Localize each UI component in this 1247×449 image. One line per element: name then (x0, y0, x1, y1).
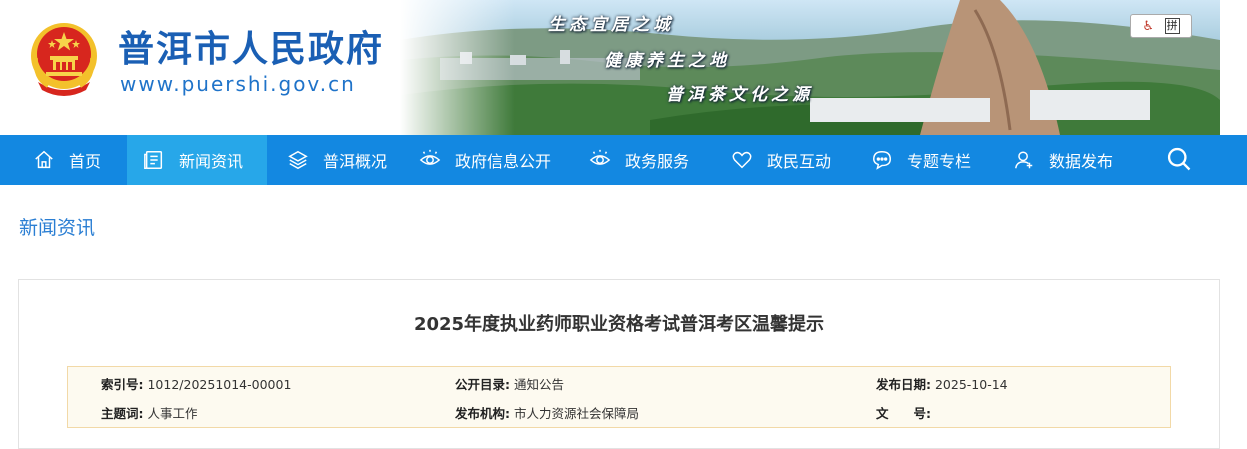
heart-icon (732, 151, 752, 169)
nav-label-home: 首页 (69, 152, 102, 171)
meta-index-value: 1012/20251014-00001 (147, 377, 292, 392)
meta-row: 主题词: 人事工作 发布机构: 市人力资源社会保障局 文 号: (68, 403, 1170, 423)
article-meta-table: 索引号: 1012/20251014-00001 公开目录: 通知公告 发布日期… (67, 366, 1171, 428)
nav-item-topics[interactable]: 专题专栏 (859, 135, 1001, 185)
main-nav: 首页 新闻资讯 普洱概况 政府信息公开 政务服务 政民互动 专题专栏 数据发布 (0, 135, 1247, 185)
layers-icon (288, 150, 308, 170)
meta-org: 发布机构: 市人力资源社会保障局 (455, 403, 639, 422)
meta-docno: 文 号: (876, 403, 931, 422)
nav-item-news[interactable]: 新闻资讯 (127, 135, 267, 185)
slogan-3: 普洱茶文化之源 (666, 85, 813, 105)
nav-item-overview[interactable]: 普洱概况 (267, 135, 407, 185)
meta-subject-value: 人事工作 (147, 406, 198, 421)
accessibility-tools: ♿ 拼 (1130, 14, 1192, 38)
nav-item-gov-info[interactable]: 政府信息公开 (407, 135, 579, 185)
slogan-1: 生态宜居之城 (548, 15, 674, 35)
meta-date-value: 2025-10-14 (934, 377, 1008, 392)
article-container: 2025年度执业药师职业资格考试普洱考区温馨提示 索引号: 1012/20251… (18, 279, 1220, 449)
site-url: www.puershi.gov.cn (120, 72, 356, 96)
nav-item-home[interactable]: 首页 (0, 135, 127, 185)
news-icon (144, 151, 163, 169)
meta-date: 发布日期: 2025-10-14 (876, 374, 1008, 393)
meta-index: 索引号: 1012/20251014-00001 (101, 374, 291, 393)
nav-label-data: 数据发布 (1049, 152, 1114, 171)
meta-row: 索引号: 1012/20251014-00001 公开目录: 通知公告 发布日期… (68, 374, 1170, 394)
nav-item-data[interactable]: 数据发布 (1001, 135, 1151, 185)
meta-index-label: 索引号: (101, 377, 144, 392)
meta-org-label: 发布机构: (455, 406, 510, 421)
meta-org-value: 市人力资源社会保障局 (513, 406, 639, 421)
meta-docno-label: 文 号: (876, 406, 931, 421)
meta-date-label: 发布日期: (876, 377, 931, 392)
national-emblem-icon (31, 23, 97, 96)
meta-catalog: 公开目录: 通知公告 (455, 374, 564, 393)
search-icon[interactable] (1165, 145, 1193, 173)
nav-item-interaction[interactable]: 政民互动 (719, 135, 859, 185)
breadcrumb[interactable]: 新闻资讯 (19, 213, 95, 240)
banner-landscape-image (400, 0, 1220, 135)
meta-catalog-value: 通知公告 (513, 377, 564, 392)
nav-label-interaction: 政民互动 (767, 152, 832, 171)
eye-icon (419, 149, 441, 165)
nav-label-gov-info: 政府信息公开 (455, 152, 552, 171)
user-icon (1015, 151, 1033, 169)
chat-icon (873, 151, 891, 170)
nav-label-topics: 专题专栏 (907, 152, 972, 171)
site-title: 普洱市人民政府 (118, 28, 385, 70)
slogan-2: 健康养生之地 (604, 51, 730, 71)
home-icon (35, 150, 53, 169)
nav-label-overview: 普洱概况 (323, 152, 388, 171)
article-title: 2025年度执业药师职业资格考试普洱考区温馨提示 (413, 314, 825, 335)
nav-item-gov-service[interactable]: 政务服务 (579, 135, 719, 185)
meta-subject-label: 主题词: (101, 406, 144, 421)
meta-subject: 主题词: 人事工作 (101, 403, 198, 422)
accessibility-icon[interactable]: ♿ (1142, 19, 1154, 34)
site-header: 普洱市人民政府 www.puershi.gov.cn 生态宜居之城 健康养生之地… (0, 0, 1247, 135)
pinyin-button[interactable]: 拼 (1164, 18, 1180, 34)
eye-icon (589, 149, 611, 165)
nav-label-news: 新闻资讯 (179, 152, 244, 171)
meta-catalog-label: 公开目录: (455, 377, 510, 392)
nav-label-gov-service: 政务服务 (625, 152, 690, 171)
